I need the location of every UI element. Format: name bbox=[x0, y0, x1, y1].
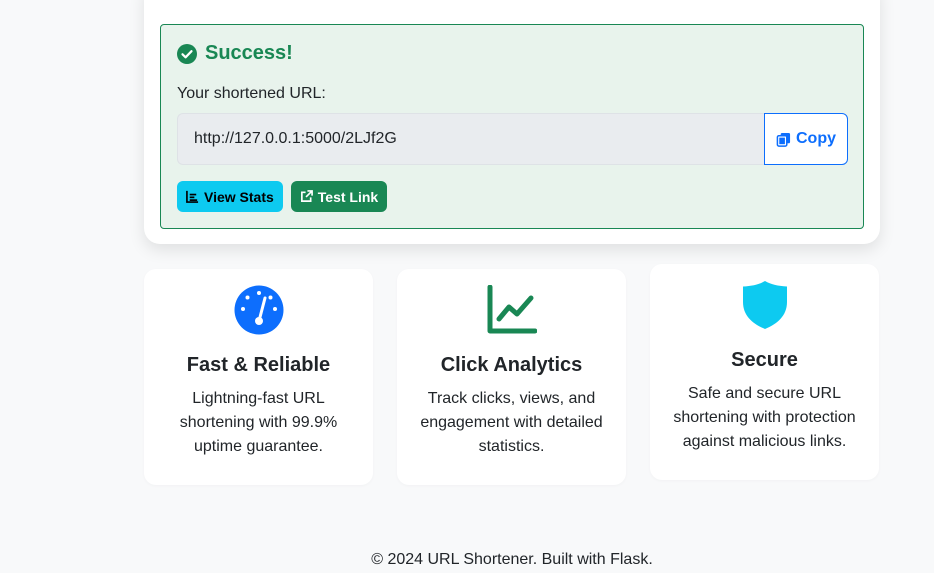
action-buttons: View Stats Test Link bbox=[177, 181, 388, 212]
url-input-group: http://127.0.0.1:5000/2LJf2G Copy bbox=[177, 113, 848, 165]
shield-icon bbox=[742, 281, 787, 329]
feature-title: Secure bbox=[731, 349, 798, 371]
feature-description: Safe and secure URL shortening with prot… bbox=[673, 385, 856, 450]
short-url-field[interactable]: http://127.0.0.1:5000/2LJf2G bbox=[177, 113, 764, 165]
feature-card-analytics: Click Analytics Track clicks, views, and… bbox=[397, 269, 626, 485]
copy-button[interactable]: Copy bbox=[764, 113, 848, 165]
copy-button-label: Copy bbox=[796, 130, 836, 147]
feature-description: Track clicks, views, and engagement with… bbox=[420, 390, 603, 455]
external-link-icon bbox=[300, 190, 313, 202]
footer-text: © 2024 URL Shortener. Built with Flask. bbox=[371, 551, 653, 568]
feature-title: Fast & Reliable bbox=[186, 354, 331, 376]
view-stats-button[interactable]: View Stats bbox=[177, 181, 283, 212]
success-alert: Success! Your shortened URL: http://127.… bbox=[160, 24, 864, 229]
alert-title: Success! bbox=[205, 42, 293, 64]
result-card: Success! Your shortened URL: http://127.… bbox=[144, 0, 880, 244]
view-stats-label: View Stats bbox=[204, 188, 274, 205]
speedometer-icon bbox=[234, 285, 283, 335]
test-link-label: Test Link bbox=[317, 188, 379, 205]
feature-description: Lightning-fast URL shortening with 99.9%… bbox=[179, 390, 338, 455]
alert-heading: Success! bbox=[177, 42, 293, 65]
feature-card-fast: Fast & Reliable Lightning-fast URL short… bbox=[144, 269, 373, 485]
copy-icon bbox=[776, 132, 791, 147]
check-circle-icon bbox=[177, 43, 197, 64]
shortened-url-label: Your shortened URL: bbox=[177, 85, 326, 102]
bar-chart-icon bbox=[186, 190, 199, 203]
feature-title: Click Analytics bbox=[440, 354, 583, 376]
feature-card-secure: Secure Safe and secure URL shortening wi… bbox=[650, 264, 879, 480]
line-chart-icon bbox=[487, 285, 537, 334]
test-link-button[interactable]: Test Link bbox=[290, 181, 388, 212]
